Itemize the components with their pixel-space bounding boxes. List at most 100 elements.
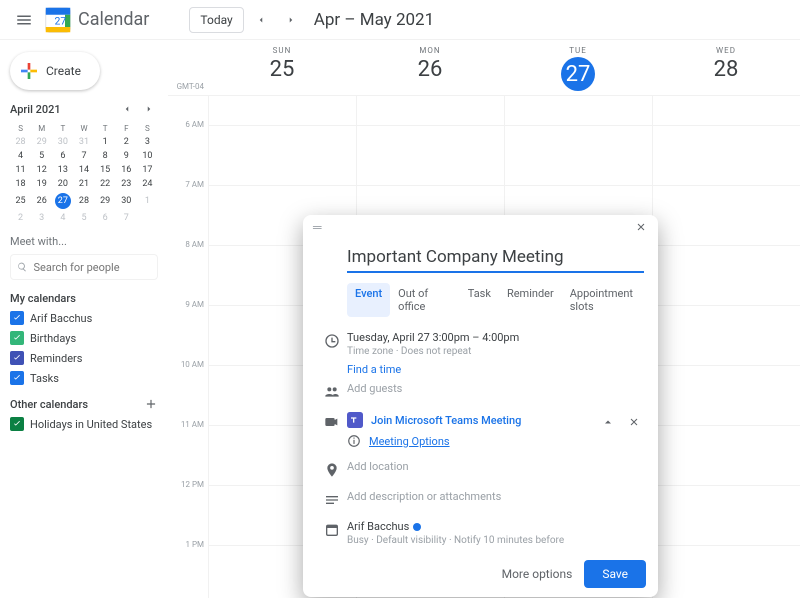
calendar-item[interactable]: Birthdays: [10, 331, 158, 345]
mini-day[interactable]: 31: [73, 135, 94, 149]
mini-calendar: April 2021 SMTWTFS 282930311234567891011…: [10, 100, 158, 225]
mini-day[interactable]: 1: [137, 191, 158, 211]
mini-day[interactable]: 14: [73, 163, 94, 177]
tab-reminder[interactable]: Reminder: [499, 283, 562, 317]
mini-day[interactable]: 26: [31, 191, 52, 211]
mini-day[interactable]: 28: [73, 191, 94, 211]
event-title-input[interactable]: [347, 243, 644, 273]
teams-link[interactable]: Join Microsoft Teams Meeting: [371, 414, 521, 427]
location-row[interactable]: Add location: [303, 454, 658, 484]
mini-day[interactable]: 3: [31, 211, 52, 225]
chevron-left-icon: [122, 104, 132, 114]
mini-day[interactable]: 23: [116, 177, 137, 191]
hour-label: 6 AM: [185, 120, 204, 129]
create-button[interactable]: Create: [10, 52, 100, 90]
mini-day[interactable]: 1: [95, 135, 116, 149]
calendar-item[interactable]: Arif Bacchus: [10, 311, 158, 325]
menu-button[interactable]: [8, 4, 40, 36]
checkbox-icon[interactable]: [10, 311, 24, 325]
description-row[interactable]: Add description or attachments: [303, 484, 658, 514]
mini-day[interactable]: 8: [95, 149, 116, 163]
meeting-options-link[interactable]: Meeting Options: [369, 435, 450, 448]
tab-event[interactable]: Event: [347, 283, 390, 317]
day-header[interactable]: SUN25: [208, 40, 356, 95]
mini-day[interactable]: 10: [137, 149, 158, 163]
add-calendar-button[interactable]: [144, 397, 158, 411]
mini-day[interactable]: 30: [116, 191, 137, 211]
mini-day[interactable]: 13: [52, 163, 73, 177]
people-icon: [324, 384, 340, 400]
more-options-link[interactable]: More options: [502, 567, 573, 581]
mini-day[interactable]: 4: [10, 149, 31, 163]
checkbox-icon[interactable]: [10, 417, 24, 431]
organizer-sub: Busy · Default visibility · Notify 10 mi…: [347, 535, 644, 546]
find-time-link[interactable]: Find a time: [347, 363, 658, 376]
calendar-item[interactable]: Reminders: [10, 351, 158, 365]
remove-conferencing[interactable]: [624, 412, 644, 432]
tab-out-of-office[interactable]: Out of office: [390, 283, 460, 317]
today-button[interactable]: Today: [189, 7, 243, 33]
mini-table[interactable]: SMTWTFS 28293031123456789101112131415161…: [10, 122, 158, 225]
day-header[interactable]: TUE27: [504, 40, 652, 95]
mini-day[interactable]: 24: [137, 177, 158, 191]
organizer-row[interactable]: Arif Bacchus Busy · Default visibility ·…: [303, 514, 658, 552]
mini-day[interactable]: 25: [10, 191, 31, 211]
mini-day[interactable]: 3: [137, 135, 158, 149]
mini-day[interactable]: 5: [73, 211, 94, 225]
mini-day[interactable]: 16: [116, 163, 137, 177]
tab-task[interactable]: Task: [460, 283, 499, 317]
mini-day[interactable]: 18: [10, 177, 31, 191]
calendar-item[interactable]: Tasks: [10, 371, 158, 385]
mini-dow: F: [116, 122, 137, 135]
guests-row[interactable]: Add guests: [303, 376, 658, 406]
mini-day[interactable]: 21: [73, 177, 94, 191]
time-row[interactable]: Tuesday, April 27 3:00pm – 4:00pm Time z…: [303, 325, 658, 363]
mini-day[interactable]: 5: [31, 149, 52, 163]
calendar-label: Birthdays: [30, 332, 76, 345]
other-calendars-title: Other calendars: [10, 398, 88, 411]
mini-day[interactable]: 19: [31, 177, 52, 191]
search-people[interactable]: [10, 254, 158, 280]
calendar-logo-icon: 27: [44, 6, 72, 34]
mini-day[interactable]: 7: [116, 211, 137, 225]
mini-day[interactable]: 12: [31, 163, 52, 177]
tab-appointment-slots[interactable]: Appointment slots: [562, 283, 658, 317]
mini-day[interactable]: 6: [52, 149, 73, 163]
mini-prev[interactable]: [118, 100, 136, 118]
save-button[interactable]: Save: [584, 560, 646, 588]
search-people-input[interactable]: [34, 261, 151, 274]
drag-handle[interactable]: ═: [313, 220, 324, 234]
mini-day[interactable]: 27: [52, 191, 73, 211]
mini-day[interactable]: 11: [10, 163, 31, 177]
checkbox-icon[interactable]: [10, 351, 24, 365]
mini-day[interactable]: 9: [116, 149, 137, 163]
event-type-tabs: EventOut of officeTaskReminderAppointmen…: [347, 283, 658, 317]
mini-day[interactable]: 4: [52, 211, 73, 225]
next-period-button[interactable]: [278, 7, 304, 33]
checkbox-icon[interactable]: [10, 331, 24, 345]
calendar-grid: GMT-04 SUN25MON26TUE27WED28 6 AM7 AM8 AM…: [168, 40, 800, 598]
close-button[interactable]: [630, 216, 652, 238]
day-header[interactable]: WED28: [652, 40, 800, 95]
mini-day[interactable]: [137, 211, 158, 225]
video-icon: [324, 414, 340, 430]
day-column[interactable]: [652, 96, 800, 598]
day-header[interactable]: MON26: [356, 40, 504, 95]
mini-day[interactable]: 17: [137, 163, 158, 177]
mini-day[interactable]: 29: [31, 135, 52, 149]
mini-day[interactable]: 7: [73, 149, 94, 163]
mini-day[interactable]: 22: [95, 177, 116, 191]
prev-period-button[interactable]: [248, 7, 274, 33]
mini-next[interactable]: [140, 100, 158, 118]
mini-day[interactable]: 20: [52, 177, 73, 191]
mini-day[interactable]: 29: [95, 191, 116, 211]
collapse-conferencing[interactable]: [598, 412, 618, 432]
checkbox-icon[interactable]: [10, 371, 24, 385]
mini-day[interactable]: 2: [116, 135, 137, 149]
mini-day[interactable]: 28: [10, 135, 31, 149]
mini-day[interactable]: 15: [95, 163, 116, 177]
calendar-item[interactable]: Holidays in United States: [10, 417, 158, 431]
mini-day[interactable]: 2: [10, 211, 31, 225]
mini-day[interactable]: 6: [95, 211, 116, 225]
mini-day[interactable]: 30: [52, 135, 73, 149]
